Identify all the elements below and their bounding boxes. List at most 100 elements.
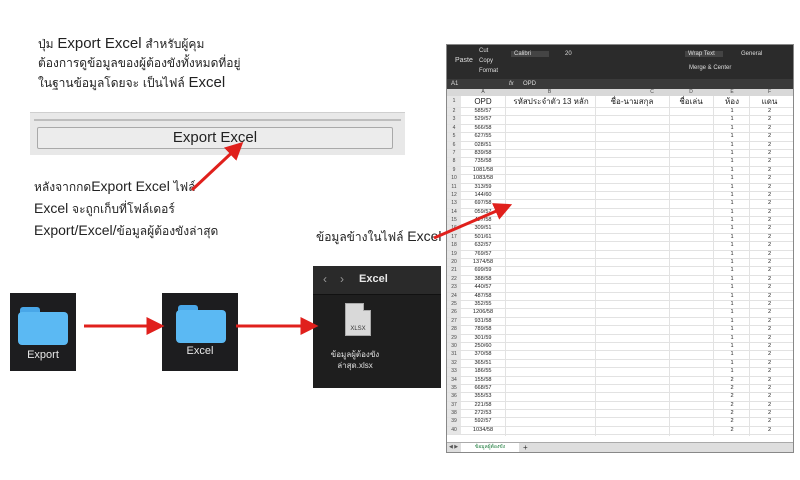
column-letter[interactable]: A	[463, 89, 503, 96]
forward-arrow-icon[interactable]: ›	[340, 272, 344, 286]
table-cell[interactable]: 2	[717, 393, 747, 400]
table-cell[interactable]: 2	[752, 209, 787, 216]
export-excel-button[interactable]: Export Excel	[37, 127, 393, 149]
row-number[interactable]: 4	[447, 124, 461, 133]
paste-button[interactable]: Paste	[455, 57, 473, 64]
row-number[interactable]: 23	[447, 284, 461, 292]
row-number[interactable]: 12	[447, 191, 461, 200]
table-cell[interactable]: 1	[717, 125, 747, 132]
table-cell[interactable]: 2	[752, 192, 787, 199]
table-cell[interactable]: 427/58	[463, 217, 503, 224]
row-number[interactable]: 21	[447, 267, 461, 275]
table-row[interactable]: 37 221/58 2 2	[447, 401, 793, 411]
table-cell[interactable]: 1	[717, 200, 747, 207]
table-cell[interactable]: 699/59	[463, 267, 503, 274]
table-cell[interactable]: 2	[752, 360, 787, 367]
table-cell[interactable]: 1	[717, 360, 747, 367]
table-row[interactable]: 3 529/57 1 2	[447, 116, 793, 125]
row-number[interactable]: 9	[447, 166, 461, 175]
back-arrow-icon[interactable]: ‹	[323, 272, 327, 286]
copy-button[interactable]: Copy	[479, 58, 493, 64]
column-letter[interactable]: E	[717, 89, 747, 96]
row-number[interactable]: 18	[447, 242, 461, 250]
table-cell[interactable]: 2	[752, 309, 787, 316]
row-number[interactable]: 5	[447, 133, 461, 141]
row-number[interactable]: 39	[447, 418, 461, 426]
row-number[interactable]: 40	[447, 426, 461, 435]
row-number[interactable]: 13	[447, 200, 461, 208]
table-cell[interactable]: 2	[752, 368, 787, 375]
sheet-tab[interactable]: ข้อมูลผู้ต้องขัง	[461, 443, 519, 452]
row-number[interactable]: 28	[447, 326, 461, 334]
table-cell[interactable]: 2	[752, 217, 787, 224]
table-cell[interactable]: 1	[717, 343, 747, 350]
number-format-select[interactable]: General	[741, 51, 762, 57]
column-letter[interactable]: D	[671, 89, 711, 96]
row-number[interactable]: 16	[447, 225, 461, 233]
table-cell[interactable]: 1	[717, 326, 747, 333]
table-cell[interactable]: 735/58	[463, 158, 503, 165]
table-cell[interactable]: 1	[717, 267, 747, 274]
row-number[interactable]: 3	[447, 116, 461, 124]
table-cell[interactable]: 028/51	[463, 142, 503, 149]
table-cell[interactable]: 2	[752, 335, 787, 342]
table-row[interactable]: 32 365/51 1 2	[447, 359, 793, 369]
header-row[interactable]: 1 OPD รหัสประจำตัว 13 หลัก ชื่อ-นามสกุล …	[447, 96, 793, 108]
table-row[interactable]: 38 272/53 2 2	[447, 410, 793, 419]
table-cell[interactable]: 769/57	[463, 251, 503, 258]
table-cell[interactable]: 144/60	[463, 192, 503, 199]
table-cell[interactable]: 2	[752, 175, 787, 182]
table-cell[interactable]: 1	[717, 217, 747, 224]
formula-input[interactable]: OPD	[523, 79, 536, 89]
table-cell[interactable]: 1081/58	[463, 167, 503, 174]
table-cell[interactable]: 059/57	[463, 209, 503, 216]
table-cell[interactable]: 1	[717, 276, 747, 283]
row-number[interactable]: 22	[447, 275, 461, 284]
table-cell[interactable]: 186/55	[463, 368, 503, 375]
table-cell[interactable]: 839/58	[463, 150, 503, 157]
table-cell[interactable]: 1083/58	[463, 175, 503, 182]
export-folder[interactable]: Export	[10, 293, 76, 371]
table-cell[interactable]: 2	[752, 343, 787, 350]
table-cell[interactable]: 2	[752, 200, 787, 207]
table-cell[interactable]: 2	[752, 276, 787, 283]
table-row[interactable]: 17 501/61 1 2	[447, 233, 793, 243]
table-cell[interactable]: 2	[752, 234, 787, 241]
cut-button[interactable]: Cut	[479, 48, 488, 54]
table-cell[interactable]: 1	[717, 335, 747, 342]
table-cell[interactable]: 2	[752, 402, 787, 409]
header-cell[interactable]: ชื่อเล่น	[671, 96, 711, 107]
column-letter[interactable]: B	[507, 89, 592, 96]
table-cell[interactable]: 566/58	[463, 125, 503, 132]
header-cell[interactable]: แดน	[752, 96, 787, 107]
table-cell[interactable]: 1	[717, 368, 747, 375]
table-cell[interactable]: 2	[752, 410, 787, 417]
table-row[interactable]: 33 186/55 1 2	[447, 368, 793, 377]
table-cell[interactable]: 1	[717, 318, 747, 325]
table-cell[interactable]: 2	[752, 385, 787, 392]
table-row[interactable]: 40 1034/58 2 2	[447, 426, 793, 436]
row-number[interactable]: 37	[447, 401, 461, 410]
table-cell[interactable]: 1	[717, 259, 747, 266]
table-cell[interactable]: 1	[717, 167, 747, 174]
table-row[interactable]: 16 309/51 1 2	[447, 225, 793, 234]
header-cell[interactable]: ชื่อ-นามสกุล	[597, 96, 667, 107]
table-cell[interactable]: 313/59	[463, 184, 503, 191]
table-row[interactable]: 25 352/55 1 2	[447, 300, 793, 310]
row-number[interactable]: 38	[447, 410, 461, 418]
table-cell[interactable]: 388/58	[463, 276, 503, 283]
table-cell[interactable]: 2	[752, 259, 787, 266]
row-number[interactable]: 8	[447, 158, 461, 166]
table-cell[interactable]: 2	[752, 142, 787, 149]
table-cell[interactable]: 2	[717, 377, 747, 384]
table-cell[interactable]: 2	[752, 150, 787, 157]
table-cell[interactable]: 501/61	[463, 234, 503, 241]
table-cell[interactable]: 1	[717, 150, 747, 157]
table-cell[interactable]: 1	[717, 301, 747, 308]
table-cell[interactable]: 1	[717, 225, 747, 232]
table-row[interactable]: 28 789/58 1 2	[447, 326, 793, 335]
table-cell[interactable]: 1	[717, 234, 747, 241]
table-cell[interactable]: 627/55	[463, 133, 503, 140]
table-cell[interactable]: 2	[717, 418, 747, 425]
table-row[interactable]: 10 1083/58 1 2	[447, 175, 793, 184]
